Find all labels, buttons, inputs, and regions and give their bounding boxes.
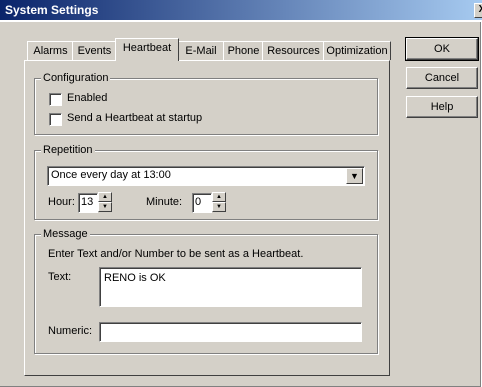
numeric-field[interactable] [99, 322, 362, 342]
minute-field[interactable]: 0 [192, 193, 212, 213]
repetition-legend: Repetition [41, 144, 95, 156]
hour-down-arrow-icon[interactable]: ▼ [98, 202, 112, 212]
enabled-checkbox[interactable] [49, 93, 62, 106]
numeric-label: Numeric: [48, 325, 93, 337]
tab-phone[interactable]: Phone [223, 41, 264, 60]
system-settings-dialog: System Settings X Alarms Events Heartbea… [0, 0, 482, 387]
hour-up-arrow-icon[interactable]: ▲ [98, 192, 112, 202]
message-group: Message Enter Text and/or Number to be s… [34, 228, 378, 354]
tab-resources[interactable]: Resources [262, 41, 325, 60]
hour-field[interactable]: 13 [78, 193, 98, 213]
configuration-group: Configuration Enabled Send a Heartbeat a… [34, 72, 378, 135]
minute-down-arrow-icon[interactable]: ▼ [212, 202, 226, 212]
heartbeat-tab-panel: Configuration Enabled Send a Heartbeat a… [24, 60, 390, 376]
tab-optimization[interactable]: Optimization [323, 41, 391, 60]
window-title: System Settings [5, 3, 99, 17]
text-value: RENO is OK [104, 272, 166, 284]
minute-up-arrow-icon[interactable]: ▲ [212, 192, 226, 202]
ok-button[interactable]: OK [405, 37, 479, 61]
close-button[interactable]: X [474, 3, 482, 18]
enabled-label: Enabled [67, 92, 108, 104]
title-bar: System Settings X [0, 0, 482, 20]
tab-events[interactable]: Events [72, 41, 117, 60]
startup-checkbox[interactable] [49, 113, 62, 126]
text-field[interactable]: RENO is OK [99, 267, 362, 307]
minute-value: 0 [195, 196, 202, 208]
repetition-group: Repetition Once every day at 13:00 ▼ Hou… [34, 144, 378, 220]
tab-alarms[interactable]: Alarms [27, 41, 74, 60]
tab-email[interactable]: E-Mail [177, 41, 225, 60]
chevron-down-icon[interactable]: ▼ [346, 168, 363, 184]
text-label: Text: [48, 271, 72, 283]
cancel-button[interactable]: Cancel [406, 67, 478, 89]
startup-label: Send a Heartbeat at startup [67, 112, 203, 124]
minute-label: Minute: [146, 196, 183, 208]
repetition-selected-value: Once every day at 13:00 [51, 169, 171, 181]
repetition-dropdown[interactable]: Once every day at 13:00 ▼ [47, 166, 365, 186]
hour-value: 13 [81, 196, 94, 208]
configuration-legend: Configuration [41, 72, 111, 84]
help-button[interactable]: Help [406, 96, 478, 118]
minute-spin-buttons[interactable]: ▲ ▼ [212, 192, 226, 212]
hour-spin-buttons[interactable]: ▲ ▼ [98, 192, 112, 212]
title-separator [0, 20, 482, 22]
message-instruction: Enter Text and/or Number to be sent as a… [48, 248, 304, 260]
hour-label: Hour: [48, 196, 75, 208]
message-legend: Message [41, 228, 90, 240]
tab-heartbeat[interactable]: Heartbeat [115, 38, 179, 61]
